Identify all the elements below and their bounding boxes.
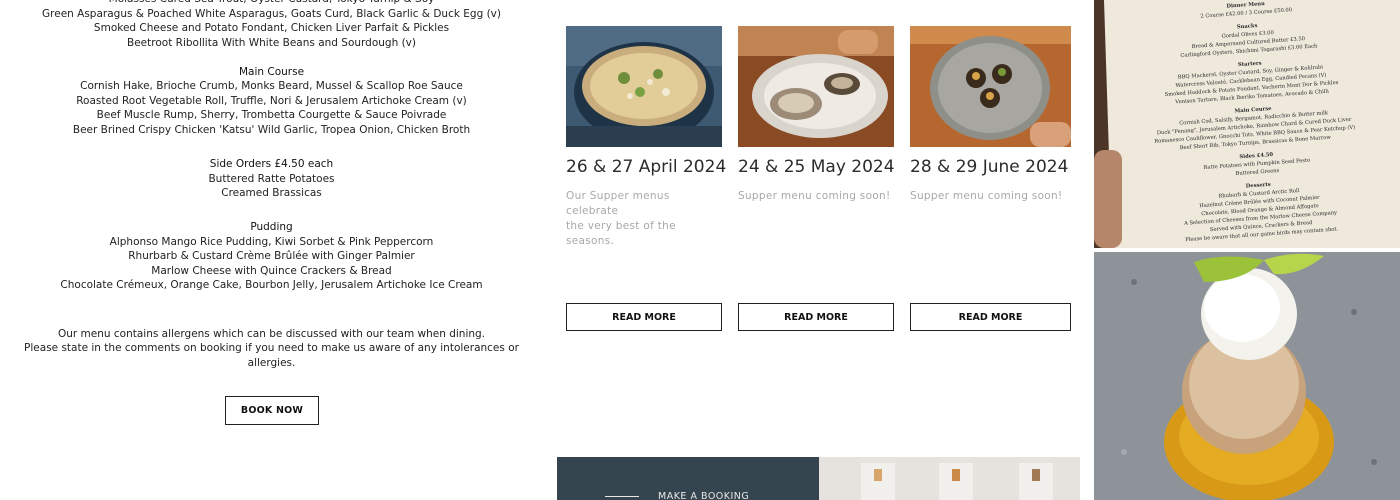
canape-plate-photo[interactable]	[910, 26, 1071, 147]
menu-item-line: Rhurbarb & Custard Crème Brûlée with Gin…	[128, 250, 415, 262]
event-date: 28 & 29 June 2024	[910, 157, 1069, 177]
description-line: the very best of the seasons.	[566, 220, 676, 247]
menu-item-line: Smoked Cheese and Potato Fondant, Chicke…	[93, 22, 450, 34]
oyster-plate-photo[interactable]	[738, 26, 894, 147]
menu-item-line: Roasted Root Vegetable Roll, Truffle, No…	[76, 95, 467, 107]
dining-room-photo	[819, 457, 1080, 500]
menu-item-line: Creamed Brassicas	[221, 187, 322, 199]
printed-menu-photo: Dinner Menu 2 Course £42.00 / 3 Course £5…	[1094, 0, 1400, 248]
menu-item-line: Our menu contains allergens which can be…	[57, 328, 486, 340]
menu-item-line: Chocolate Crémeux, Orange Cake, Bourbon …	[60, 279, 483, 291]
read-more-button[interactable]: READ MORE	[566, 303, 722, 331]
description-line: Our Supper menus celebrate	[566, 190, 670, 217]
menu-item-line: Green Asparagus & Poached White Asparagu…	[42, 8, 501, 20]
menu-item-line: Marlow Cheese with Quince Crackers & Bre…	[151, 265, 392, 277]
divider-line	[605, 496, 639, 497]
description-line: Supper menu coming soon!	[738, 190, 891, 202]
read-more-button[interactable]: READ MORE	[910, 303, 1071, 331]
risotto-bowl-photo[interactable]	[566, 26, 722, 147]
description-line: Supper menu coming soon!	[910, 190, 1063, 202]
menu-item-line: Alphonso Mango Rice Pudding, Kiwi Sorbet…	[109, 236, 434, 248]
event-description: Supper menu coming soon!	[738, 189, 890, 204]
menu-item-line: Buttered Ratte Potatoes	[208, 173, 335, 185]
event-date: 24 & 25 May 2024	[738, 157, 895, 177]
menu-section-heading: Main Course	[238, 66, 305, 78]
menu-text-column: Molasses Cured Sea Trout, Oyster Custard…	[0, 0, 543, 500]
dessert-photo	[1094, 252, 1400, 500]
menu-item-line: Beetroot Ribollita With White Beans and …	[127, 37, 416, 49]
menu-item-line: Beef Muscle Rump, Sherry, Trombetta Cour…	[96, 109, 447, 121]
event-date: 26 & 27 April 2024	[566, 157, 727, 177]
menu-item-line: allergies.	[247, 357, 296, 369]
menu-section-heading: Side Orders £4.50 each	[209, 158, 334, 170]
menu-item-line: Beer Brined Crispy Chicken 'Katsu' Wild …	[72, 124, 471, 136]
event-description: Our Supper menus celebrate the very best…	[566, 189, 722, 249]
book-now-button[interactable]: BOOK NOW	[225, 396, 319, 425]
read-more-button[interactable]: READ MORE	[738, 303, 894, 331]
menu-item-line: Please state in the comments on booking …	[24, 342, 519, 354]
menu-item-line: Molasses Cured Sea Trout, Oyster Custard…	[0, 0, 543, 6]
make-booking-label[interactable]: MAKE A BOOKING	[658, 491, 749, 500]
menu-item-line: Cornish Hake, Brioche Crumb, Monks Beard…	[80, 80, 463, 92]
make-booking-banner[interactable]: MAKE A BOOKING	[557, 457, 819, 500]
menu-section-heading: Pudding	[250, 221, 293, 233]
event-description: Supper menu coming soon!	[910, 189, 1062, 204]
